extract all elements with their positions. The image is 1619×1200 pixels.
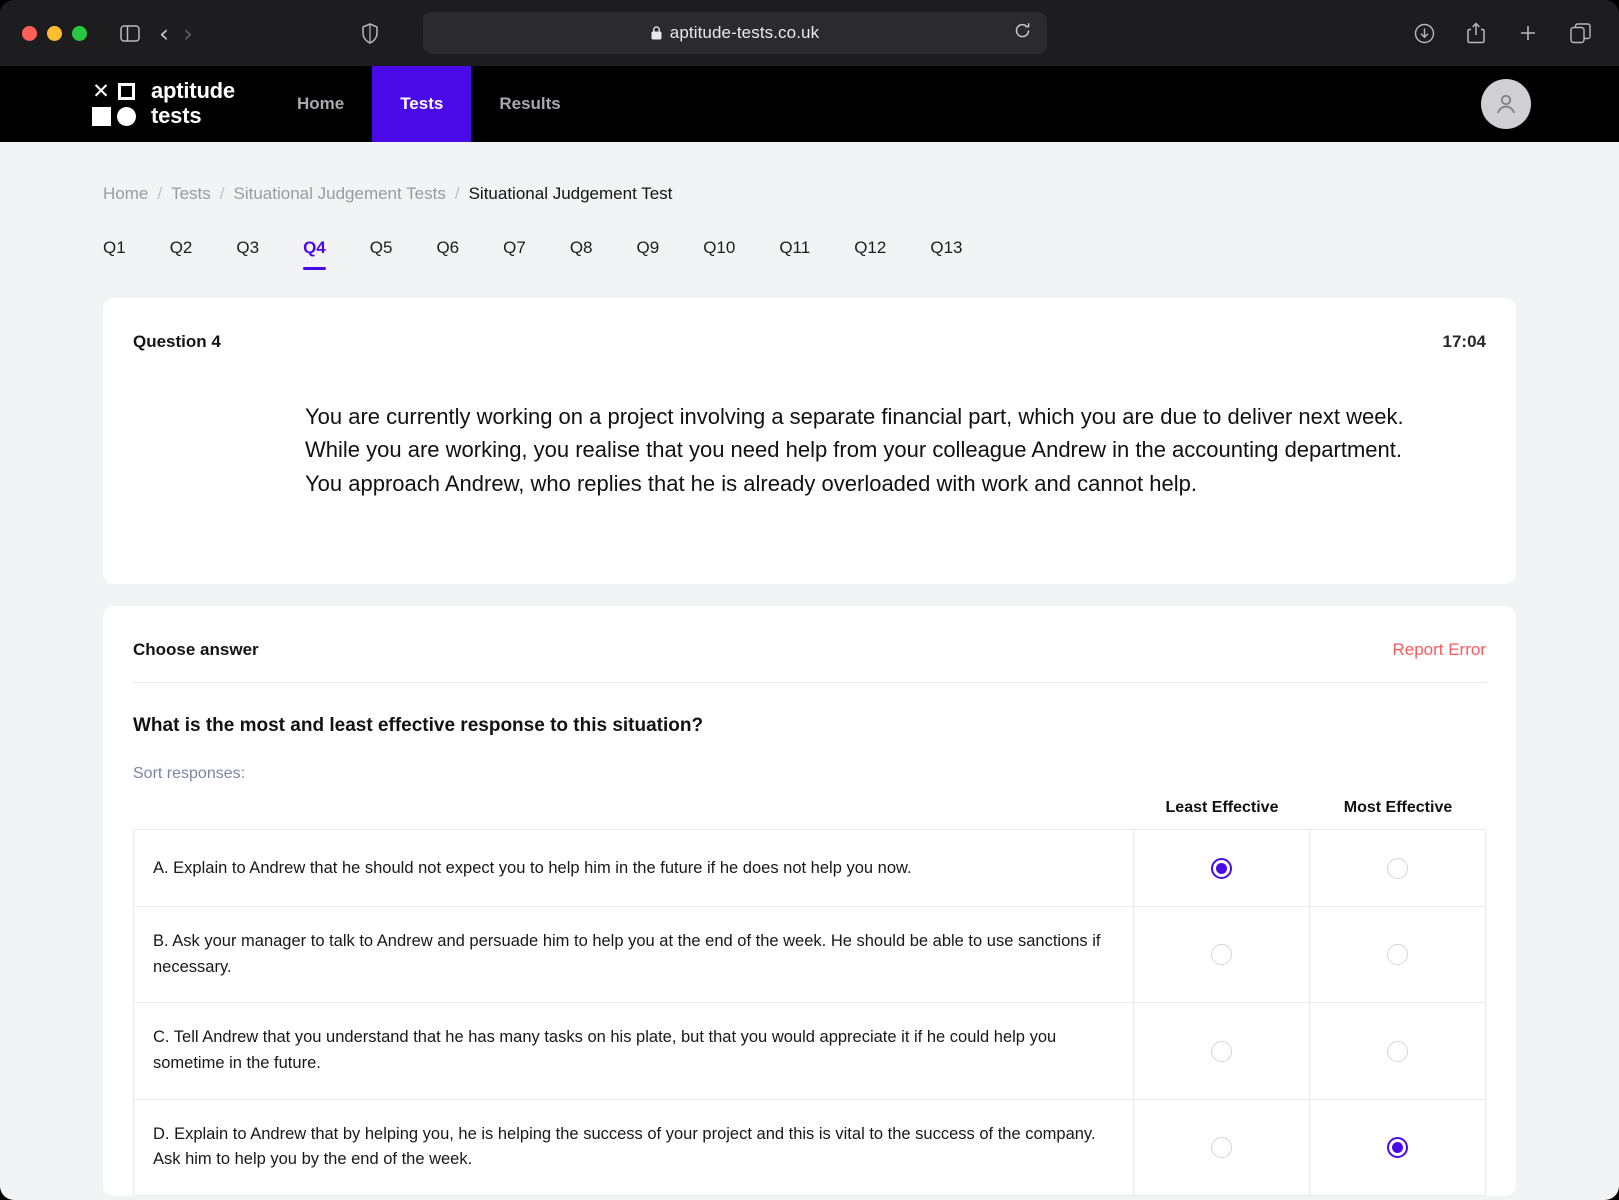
breadcrumb-separator: /	[455, 184, 460, 204]
breadcrumb-separator: /	[220, 184, 225, 204]
minimize-window-button[interactable]	[47, 26, 62, 41]
column-header-least-effective: Least Effective	[1134, 799, 1310, 817]
question-tab-q12[interactable]: Q12	[854, 238, 886, 270]
maximize-window-button[interactable]	[72, 26, 87, 41]
responses-table: Least Effective Most Effective A. Explai…	[133, 799, 1486, 1195]
new-tab-plus-icon[interactable]	[1511, 16, 1545, 50]
url-bar[interactable]: aptitude-tests.co.uk	[423, 12, 1047, 54]
timer: 17:04	[1443, 332, 1486, 352]
logo-square-filled-icon	[92, 107, 111, 126]
radio-least-c[interactable]	[1211, 1041, 1232, 1062]
brand-line-2: tests	[151, 104, 235, 129]
logo-x-icon: ✕	[92, 81, 110, 102]
most-effective-cell-d[interactable]	[1309, 1100, 1485, 1195]
breadcrumb: Home / Tests / Situational Judgement Tes…	[103, 142, 1516, 204]
brand-logo[interactable]: ✕ aptitude tests	[0, 66, 269, 142]
response-text-d: D. Explain to Andrew that by helping you…	[134, 1100, 1133, 1195]
least-effective-cell-b[interactable]	[1133, 907, 1309, 1002]
nav-item-home[interactable]: Home	[269, 66, 372, 142]
tab-overview-icon[interactable]	[1563, 16, 1597, 50]
page-title: Question 4	[133, 332, 221, 352]
question-tab-q7[interactable]: Q7	[503, 238, 526, 270]
question-card-header: Question 4 17:04	[133, 298, 1486, 352]
question-tab-q13[interactable]: Q13	[930, 238, 962, 270]
table-row: C. Tell Andrew that you understand that …	[133, 1002, 1486, 1098]
site-header: ✕ aptitude tests Home Tests Results	[0, 66, 1619, 142]
brand-line-1: aptitude	[151, 79, 235, 104]
reload-icon[interactable]	[1014, 22, 1031, 44]
question-tab-q4[interactable]: Q4	[303, 238, 326, 270]
breadcrumb-separator: /	[157, 184, 162, 204]
share-icon[interactable]	[1459, 16, 1493, 50]
radio-least-a[interactable]	[1211, 858, 1232, 879]
response-text-a: A. Explain to Andrew that he should not …	[134, 830, 1133, 906]
breadcrumb-item-tests[interactable]: Tests	[171, 184, 211, 204]
table-row: B. Ask your manager to talk to Andrew an…	[133, 906, 1486, 1002]
main-nav: Home Tests Results	[269, 66, 589, 142]
browser-window: ‹ › aptitude-tests.co.uk	[0, 0, 1619, 1200]
report-error-link[interactable]: Report Error	[1392, 640, 1486, 660]
answer-prompt: What is the most and least effective res…	[133, 715, 1486, 737]
response-text-b: B. Ask your manager to talk to Andrew an…	[134, 907, 1133, 1002]
shield-icon[interactable]	[353, 16, 387, 50]
download-icon[interactable]	[1407, 16, 1441, 50]
forward-arrow-icon[interactable]: ›	[183, 21, 193, 46]
question-tab-q3[interactable]: Q3	[236, 238, 259, 270]
least-effective-cell-a[interactable]	[1133, 830, 1309, 906]
breadcrumb-item-home[interactable]: Home	[103, 184, 148, 204]
least-effective-cell-d[interactable]	[1133, 1100, 1309, 1195]
question-card: Question 4 17:04 You are currently worki…	[103, 298, 1516, 584]
question-tab-q6[interactable]: Q6	[436, 238, 459, 270]
table-row: A. Explain to Andrew that he should not …	[133, 829, 1486, 906]
question-text: You are currently working on a project i…	[133, 352, 1486, 574]
answer-card: Choose answer Report Error What is the m…	[103, 606, 1516, 1195]
question-tab-q11[interactable]: Q11	[779, 238, 810, 270]
breadcrumb-item-sjt-list[interactable]: Situational Judgement Tests	[234, 184, 446, 204]
question-tab-q8[interactable]: Q8	[570, 238, 593, 270]
breadcrumb-current: Situational Judgement Test	[469, 184, 673, 204]
nav-item-results[interactable]: Results	[471, 66, 588, 142]
least-effective-cell-c[interactable]	[1133, 1003, 1309, 1098]
answer-card-header: Choose answer Report Error	[133, 606, 1486, 683]
page-content: Home / Tests / Situational Judgement Tes…	[0, 142, 1619, 1200]
logo-square-outline-icon	[118, 83, 135, 100]
url-text: aptitude-tests.co.uk	[670, 23, 819, 43]
column-header-most-effective: Most Effective	[1310, 799, 1486, 817]
table-row: D. Explain to Andrew that by helping you…	[133, 1099, 1486, 1196]
radio-least-d[interactable]	[1211, 1137, 1232, 1158]
browser-chrome: ‹ › aptitude-tests.co.uk	[0, 0, 1619, 66]
most-effective-cell-b[interactable]	[1309, 907, 1485, 1002]
nav-item-tests[interactable]: Tests	[372, 66, 471, 142]
question-tab-q10[interactable]: Q10	[703, 238, 735, 270]
choose-answer-label: Choose answer	[133, 640, 259, 660]
question-tabs: Q1 Q2 Q3 Q4 Q5 Q6 Q7 Q8 Q9 Q10 Q11 Q12 Q…	[103, 238, 1516, 270]
lock-icon	[651, 26, 662, 40]
window-controls	[22, 26, 87, 41]
question-tab-q2[interactable]: Q2	[170, 238, 193, 270]
response-text-c: C. Tell Andrew that you understand that …	[134, 1003, 1133, 1098]
table-header-row: Least Effective Most Effective	[133, 799, 1486, 829]
url-content: aptitude-tests.co.uk	[651, 23, 819, 43]
question-tab-q9[interactable]: Q9	[637, 238, 660, 270]
logo-circle-icon	[117, 107, 136, 126]
brand-wordmark: aptitude tests	[151, 79, 235, 128]
radio-most-a[interactable]	[1387, 858, 1408, 879]
navigation-arrows: ‹ ›	[159, 21, 193, 46]
radio-most-c[interactable]	[1387, 1041, 1408, 1062]
radio-most-d[interactable]	[1387, 1137, 1408, 1158]
radio-most-b[interactable]	[1387, 944, 1408, 965]
close-window-button[interactable]	[22, 26, 37, 41]
most-effective-cell-a[interactable]	[1309, 830, 1485, 906]
question-tab-q1[interactable]: Q1	[103, 238, 126, 270]
sort-responses-label: Sort responses:	[133, 765, 1486, 783]
chrome-right-actions	[1407, 0, 1597, 66]
most-effective-cell-c[interactable]	[1309, 1003, 1485, 1098]
question-tab-q5[interactable]: Q5	[370, 238, 393, 270]
back-arrow-icon[interactable]: ‹	[159, 21, 169, 46]
avatar[interactable]	[1481, 79, 1531, 129]
radio-least-b[interactable]	[1211, 944, 1232, 965]
logo-mark-icon: ✕	[90, 81, 137, 128]
sidebar-toggle-icon[interactable]	[113, 16, 147, 50]
